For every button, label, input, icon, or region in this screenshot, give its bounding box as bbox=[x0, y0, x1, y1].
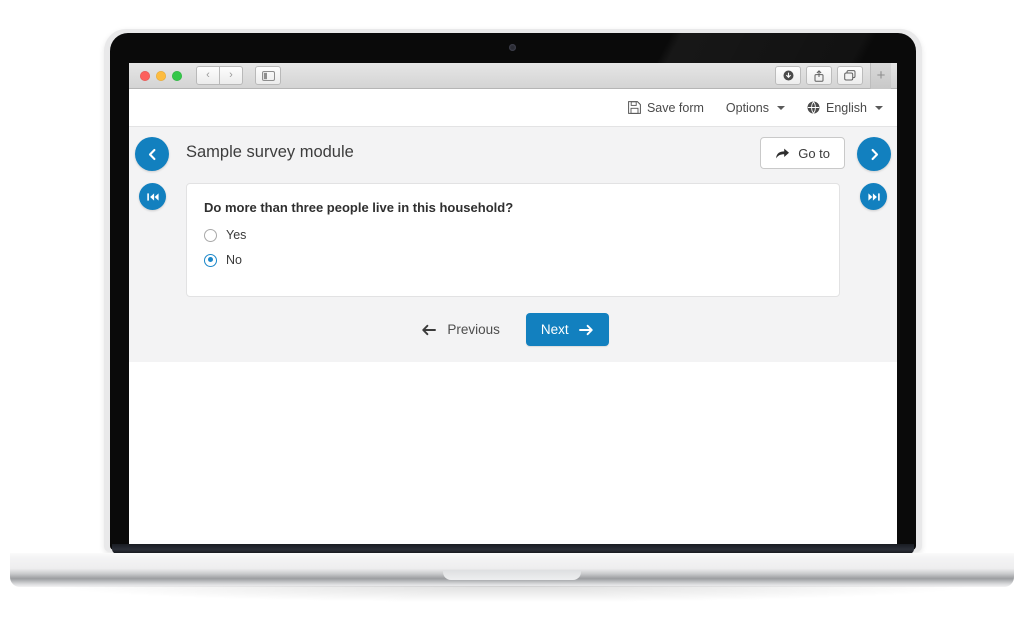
navigation-buttons: ‹ › bbox=[196, 66, 243, 85]
language-label: English bbox=[826, 100, 867, 115]
skip-to-end-icon bbox=[867, 191, 881, 203]
go-to-label: Go to bbox=[798, 145, 830, 161]
share-icon bbox=[814, 69, 824, 82]
save-form-label: Save form bbox=[646, 100, 704, 115]
form-navigation: Previous Next bbox=[129, 313, 897, 346]
forward-button[interactable]: › bbox=[220, 66, 243, 85]
last-module-button[interactable] bbox=[860, 183, 887, 210]
page-empty-area bbox=[129, 362, 897, 543]
tabs-overview-button[interactable] bbox=[837, 66, 863, 85]
minimize-window-button[interactable] bbox=[156, 70, 166, 81]
chevron-down-icon bbox=[875, 105, 883, 110]
chevron-left-icon bbox=[145, 147, 160, 162]
maximize-window-button[interactable] bbox=[172, 70, 182, 81]
back-button[interactable]: ‹ bbox=[196, 66, 220, 85]
share-button[interactable] bbox=[806, 66, 832, 85]
browser-window: ‹ › + Save form Options English Sample s… bbox=[129, 63, 897, 544]
next-button[interactable]: Next bbox=[525, 313, 609, 346]
question-text: Do more than three people live in this h… bbox=[204, 200, 514, 215]
new-tab-button[interactable]: + bbox=[870, 63, 891, 89]
app-top-navigation: Save form Options English bbox=[129, 89, 897, 126]
browser-toolbar: ‹ › + bbox=[129, 63, 897, 89]
close-window-button[interactable] bbox=[140, 70, 150, 81]
options-label: Options bbox=[725, 100, 769, 115]
arrow-right-icon bbox=[578, 324, 594, 336]
save-form-button[interactable]: Save form bbox=[628, 101, 704, 115]
download-button[interactable] bbox=[775, 66, 801, 85]
go-to-button[interactable]: Go to bbox=[760, 137, 845, 169]
globe-icon bbox=[807, 101, 820, 114]
radio-option-no[interactable]: No bbox=[204, 253, 822, 267]
radio-label-no: No bbox=[226, 253, 242, 267]
language-menu[interactable]: English bbox=[807, 101, 883, 115]
sidebar-toggle-icon bbox=[261, 70, 275, 81]
screenshot-stage: ‹ › + Save form Options English Sample s… bbox=[0, 0, 1024, 629]
chevron-down-icon bbox=[777, 105, 785, 110]
radio-label-yes: Yes bbox=[226, 228, 247, 242]
question-card: Do more than three people live in this h… bbox=[186, 183, 840, 297]
skip-to-start-icon bbox=[146, 191, 160, 203]
survey-form-panel: Sample survey module Go to Do more than … bbox=[129, 126, 897, 362]
laptop-base-notch bbox=[443, 570, 581, 580]
options-menu[interactable]: Options bbox=[726, 101, 785, 115]
chevron-right-icon: › bbox=[229, 69, 233, 81]
arrow-left-icon bbox=[421, 324, 437, 336]
chevron-right-icon bbox=[867, 147, 882, 162]
share-arrow-icon bbox=[775, 147, 790, 160]
chevron-left-icon: ‹ bbox=[206, 69, 210, 81]
first-module-button[interactable] bbox=[139, 183, 166, 210]
webcam-icon bbox=[509, 44, 516, 51]
download-icon bbox=[783, 70, 794, 81]
web-page: Save form Options English Sample survey … bbox=[129, 89, 897, 543]
next-module-button[interactable] bbox=[857, 137, 891, 171]
previous-button[interactable]: Previous bbox=[417, 316, 504, 343]
tabs-icon bbox=[844, 70, 856, 81]
radio-button-yes[interactable] bbox=[204, 228, 217, 242]
sidebar-toggle-button[interactable] bbox=[255, 66, 281, 85]
window-controls bbox=[140, 70, 182, 81]
radio-button-no[interactable] bbox=[204, 253, 217, 267]
previous-label: Previous bbox=[447, 322, 500, 337]
next-label: Next bbox=[540, 322, 569, 337]
laptop-shadow bbox=[60, 586, 964, 602]
radio-option-yes[interactable]: Yes bbox=[204, 228, 822, 242]
previous-module-button[interactable] bbox=[135, 137, 169, 171]
browser-toolbar-right: + bbox=[770, 63, 891, 89]
floppy-disk-icon bbox=[628, 101, 641, 114]
page-title: Sample survey module bbox=[186, 143, 354, 161]
plus-icon: + bbox=[876, 67, 886, 84]
